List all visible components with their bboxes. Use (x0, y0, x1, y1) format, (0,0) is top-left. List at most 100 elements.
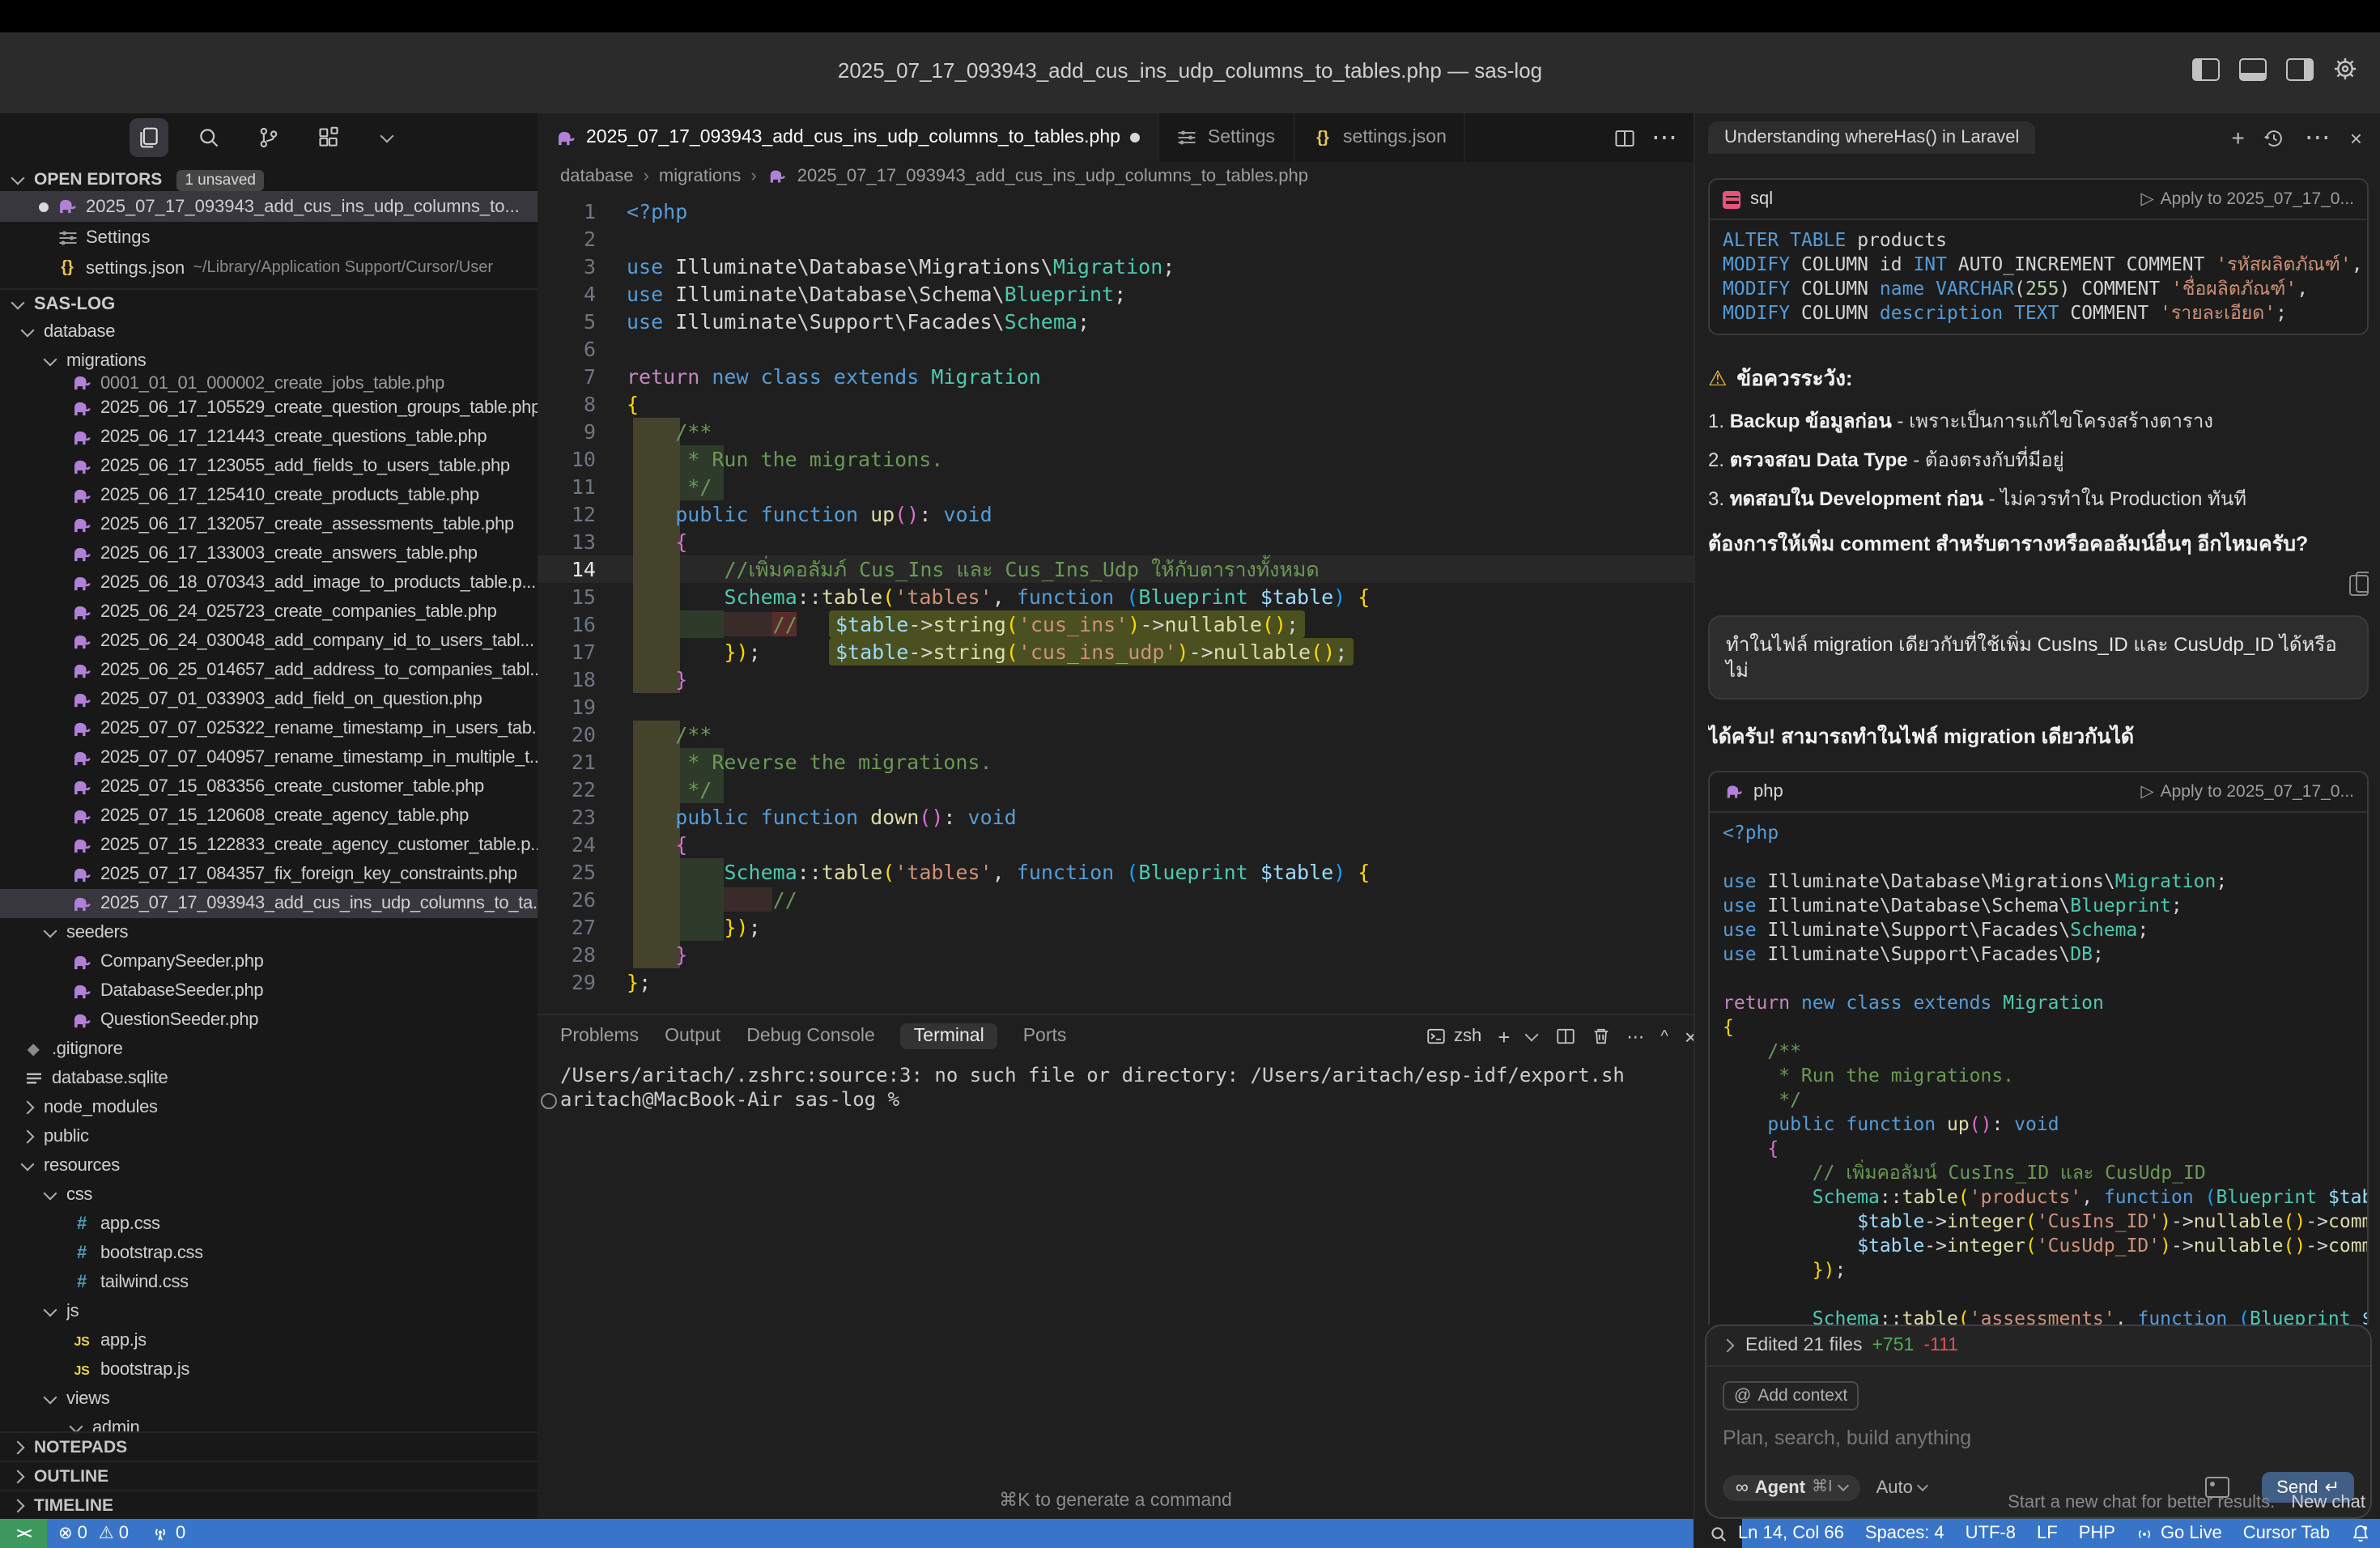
editor-line[interactable]: 5use Illuminate\Support\Facades\Schema; (538, 308, 1694, 335)
tree-item[interactable]: 2025_07_15_122833_create_agency_customer… (0, 831, 538, 860)
tree-item[interactable]: 2025_07_17_084357_fix_foreign_key_constr… (0, 860, 538, 889)
editor-line[interactable]: 21 * Reverse the migrations. (538, 748, 1694, 776)
tree-item[interactable]: 2025_07_07_040957_rename_timestamp_in_mu… (0, 743, 538, 772)
tree-item[interactable]: JSapp.js (0, 1326, 538, 1355)
panel-tab-debug-console[interactable]: Debug Console (746, 1027, 875, 1046)
editor-line[interactable]: 7return new class extends Migration (538, 363, 1694, 390)
add-context-button[interactable]: @ Add context (1723, 1381, 1859, 1410)
breadcrumb[interactable]: database › migrations › 2025_07_17_09394… (538, 162, 1716, 191)
open-editors-header[interactable]: OPEN EDITORS 1 unsaved (0, 165, 539, 194)
breadcrumb-migrations[interactable]: migrations (659, 167, 742, 186)
editor-line[interactable]: 28 } (538, 941, 1694, 968)
editor-line[interactable]: 9 /** (538, 418, 1694, 445)
tab-settings[interactable]: Settings (1159, 113, 1294, 162)
go-live-status[interactable]: Go Live (2136, 1524, 2222, 1543)
new-chat-link[interactable]: New chat (2291, 1493, 2365, 1512)
agent-mode-selector[interactable]: ∞ Agent ⌘I (1723, 1474, 1860, 1500)
editor-line[interactable]: 10 * Run the migrations. (538, 445, 1694, 473)
editor-line[interactable]: 13 { (538, 528, 1694, 555)
tree-item[interactable]: 2025_06_24_030048_add_company_id_to_user… (0, 627, 538, 656)
explorer-icon[interactable] (130, 118, 168, 157)
editor-line[interactable]: 12 public function up(): void (538, 500, 1694, 528)
ports-status[interactable]: 0 (140, 1519, 197, 1548)
tree-item[interactable]: 2025_06_24_025723_create_companies_table… (0, 598, 538, 627)
breadcrumb-file[interactable]: 2025_07_17_093943_add_cus_ins_udp_column… (797, 167, 1308, 186)
eol-status[interactable]: LF (2037, 1524, 2058, 1543)
editor-line[interactable]: 22 */ (538, 776, 1694, 803)
encoding-status[interactable]: UTF-8 (1966, 1524, 2016, 1543)
editor-line[interactable]: 17 });$table->string('cus_ins_udp')->nul… (538, 638, 1694, 666)
more-views-chevron-icon[interactable] (369, 118, 408, 157)
model-selector[interactable]: Auto (1876, 1478, 1927, 1497)
tree-item[interactable]: resources (0, 1151, 538, 1180)
tree-item[interactable]: CompanySeeder.php (0, 947, 538, 976)
sidebar-section-notepads[interactable]: NOTEPADS (0, 1431, 538, 1461)
toggle-panel-icon[interactable] (2239, 57, 2267, 80)
new-terminal-icon[interactable]: + (1498, 1024, 1510, 1048)
editor-line[interactable]: 15 Schema::table('tables', function (Blu… (538, 583, 1694, 610)
tree-item[interactable]: database (0, 317, 538, 347)
open-editor-item[interactable]: {}settings.json~/Library/Application Sup… (0, 253, 538, 283)
close-chat-icon[interactable]: × (2350, 125, 2362, 150)
extensions-icon[interactable] (309, 118, 348, 157)
chat-more-actions-icon[interactable]: ⋯ (2305, 121, 2331, 154)
editor-line[interactable]: 3use Illuminate\Database\Migrations\Migr… (538, 253, 1694, 280)
tree-item[interactable]: node_modules (0, 1093, 538, 1122)
language-status[interactable]: PHP (2079, 1524, 2115, 1543)
tree-item[interactable]: 2025_06_17_121443_create_questions_table… (0, 423, 538, 452)
apply-sql-button[interactable]: ▷ Apply to 2025_07_17_0... (2140, 189, 2354, 209)
tree-item[interactable]: 2025_07_17_093943_add_cus_ins_udp_column… (0, 889, 538, 918)
chat-history-icon[interactable] (2264, 127, 2285, 148)
settings-gear-icon[interactable] (2333, 57, 2357, 81)
editor-line[interactable]: 4use Illuminate\Database\Schema\Blueprin… (538, 280, 1694, 308)
source-control-icon[interactable] (249, 118, 288, 157)
chat-tab-title[interactable]: Understanding whereHas() in Laravel (1708, 121, 2035, 154)
editor-line[interactable]: 8{ (538, 390, 1694, 418)
open-editor-item[interactable]: 2025_07_17_093943_add_cus_ins_udp_column… (0, 191, 538, 222)
notifications-bell-icon[interactable] (2351, 1524, 2370, 1543)
panel-tab-terminal[interactable]: Terminal (901, 1023, 997, 1049)
problems-status[interactable]: ⊗0 ⚠0 (47, 1519, 140, 1548)
tree-item[interactable]: #bootstrap.css (0, 1239, 538, 1268)
panel-tab-output[interactable]: Output (665, 1027, 720, 1046)
copy-icon[interactable] (2349, 575, 2369, 596)
editor-line[interactable]: 18 } (538, 666, 1694, 693)
editor-line[interactable]: 11 */ (538, 473, 1694, 500)
tree-item[interactable]: DatabaseSeeder.php (0, 976, 538, 1006)
editor-line[interactable]: 24 { (538, 831, 1694, 858)
editor-more-actions-icon[interactable]: ⋯ (1651, 121, 1677, 154)
tree-item[interactable]: 2025_07_15_083356_create_customer_table.… (0, 772, 538, 802)
apply-php-button[interactable]: ▷ Apply to 2025_07_17_0... (2140, 782, 2354, 802)
edited-files-row[interactable]: Edited 21 files +751 -111 (1706, 1326, 2370, 1367)
zoom-status[interactable] (1694, 1519, 1742, 1548)
tree-item[interactable]: 2025_07_01_033903_add_field_on_question.… (0, 685, 538, 714)
terminal-instance[interactable]: zsh (1426, 1027, 1481, 1046)
project-section-header[interactable]: SAS-LOG (0, 288, 539, 319)
indentation-status[interactable]: Spaces: 4 (1865, 1524, 1944, 1543)
editor-line[interactable]: 19 (538, 693, 1694, 721)
terminal-dropdown-icon[interactable] (1524, 1028, 1538, 1042)
tree-item[interactable]: 2025_06_18_070343_add_image_to_products_… (0, 568, 538, 598)
panel-more-actions-icon[interactable]: ⋯ (1626, 1026, 1644, 1047)
cursor-position-status[interactable]: Ln 14, Col 66 (1738, 1524, 1844, 1543)
editor-line[interactable]: 6 (538, 335, 1694, 363)
editor-line[interactable]: 26 // (538, 886, 1694, 913)
sidebar-section-timeline[interactable]: TIMELINE (0, 1490, 538, 1519)
panel-tab-ports[interactable]: Ports (1023, 1027, 1067, 1046)
split-terminal-icon[interactable] (1555, 1027, 1575, 1046)
tree-item[interactable]: database.sqlite (0, 1064, 538, 1093)
tree-item[interactable]: 2025_07_15_120608_create_agency_table.ph… (0, 802, 538, 831)
tree-item[interactable]: views (0, 1384, 538, 1414)
maximize-panel-icon[interactable]: ^ (1660, 1027, 1668, 1045)
split-editor-icon[interactable] (1614, 127, 1635, 148)
breadcrumb-database[interactable]: database (560, 167, 634, 186)
tree-item[interactable]: ◆.gitignore (0, 1035, 538, 1064)
tree-item[interactable]: migrations (0, 347, 538, 376)
open-editor-item[interactable]: Settings (0, 222, 538, 253)
tree-item[interactable]: 2025_06_17_133003_create_answers_table.p… (0, 539, 538, 568)
kill-terminal-icon[interactable] (1591, 1027, 1610, 1046)
terminal-output[interactable]: /Users/aritach/.zshrc:source:3: no such … (538, 1064, 1694, 1469)
search-icon[interactable] (189, 118, 228, 157)
editor-line[interactable]: 25 Schema::table('tables', function (Blu… (538, 858, 1694, 886)
editor-line[interactable]: 23 public function down(): void (538, 803, 1694, 831)
